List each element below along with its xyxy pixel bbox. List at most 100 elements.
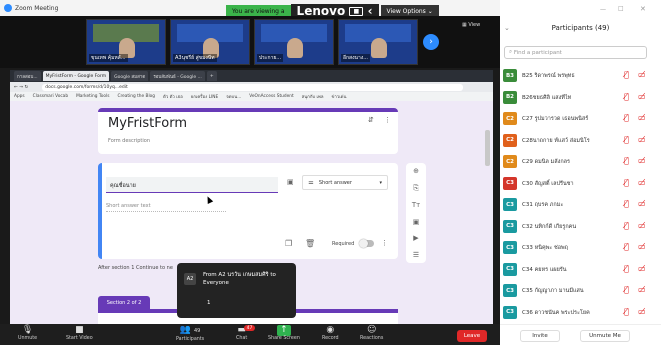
browser-tab[interactable]: รอบสัมพันธ์ - Google ... xyxy=(150,71,205,81)
participant-row[interactable]: C3 C31 ฤบรค ภกมะ 🎙̸ ▭̸ xyxy=(500,193,661,215)
participant-row[interactable]: C2 C29 ดมนิล มลังกลร 🎙̸ ▭̸ xyxy=(500,150,661,172)
share-screen-button[interactable]: ↑ Share Screen xyxy=(268,325,300,341)
video-off-icon[interactable]: ▭̸ xyxy=(638,92,646,101)
invite-button[interactable]: Invite xyxy=(520,330,560,342)
microphone-muted-icon[interactable]: 🎙̸ xyxy=(624,285,629,294)
microphone-muted-icon[interactable]: 🎙̸ xyxy=(624,70,629,79)
participant-row[interactable]: C3 C35 กัญญาภา มานมีแสน 🎙̸ ▭̸ xyxy=(500,279,661,301)
video-off-icon[interactable]: ▭̸ xyxy=(638,113,646,122)
add-image-icon[interactable]: ▣ xyxy=(413,218,420,226)
question-title-input[interactable]: คุณชื่อนาย xyxy=(106,177,278,193)
start-video-button[interactable]: ■ Start Video xyxy=(66,325,93,341)
bookmark-item[interactable]: Apps xyxy=(14,94,25,99)
after-section-text[interactable]: After section 1 Continue to ne xyxy=(98,265,173,271)
browser-scrollbar[interactable] xyxy=(485,130,490,166)
leave-meeting-button[interactable]: Leave xyxy=(457,330,487,342)
address-bar[interactable]: docs.google.com/forms/d/10yq...edit xyxy=(42,83,463,91)
bookmark-item[interactable]: ยกเครื่อง LINE xyxy=(191,93,218,100)
video-off-icon[interactable]: ▭̸ xyxy=(638,70,646,79)
import-questions-icon[interactable]: ⎘ xyxy=(413,184,419,193)
forward-arrow-icon[interactable]: → xyxy=(19,85,23,90)
video-off-icon[interactable]: ▭̸ xyxy=(638,221,646,230)
duplicate-icon[interactable]: ❐ xyxy=(285,239,292,248)
reload-icon[interactable]: ↻ xyxy=(24,85,28,90)
participant-row[interactable]: C2 C27 รูปมวารวด เธอนพนิสร์ 🎙̸ ▭̸ xyxy=(500,107,661,129)
microphone-muted-icon[interactable]: 🎙̸ xyxy=(624,307,629,316)
bookmark-item[interactable]: ข่าวเด่น xyxy=(331,93,346,100)
bookmark-item[interactable]: สนุกกับ เพล xyxy=(302,93,324,100)
video-tile[interactable]: ประกาย... xyxy=(254,19,334,65)
form-title[interactable]: MyFristForm xyxy=(108,116,187,131)
required-toggle[interactable] xyxy=(359,239,374,248)
bookmark-item[interactable]: ตัว ตัว เธอ xyxy=(163,93,183,100)
close-icon[interactable]: ✕ xyxy=(640,5,646,13)
participants-button[interactable]: 👥 49 Participants xyxy=(176,325,204,342)
video-off-icon[interactable]: ▭̸ xyxy=(638,285,646,294)
record-button[interactable]: ◉ Record xyxy=(322,325,339,341)
gallery-next-arrow-icon[interactable]: › xyxy=(423,34,439,50)
video-off-icon[interactable]: ▭̸ xyxy=(638,199,646,208)
participant-row[interactable]: C2 C28นาถกาย ท์แสว์ ส่อมนิโร 🎙̸ ▭̸ xyxy=(500,129,661,151)
maximize-icon[interactable]: □ xyxy=(618,5,624,12)
video-off-icon[interactable]: ▭̸ xyxy=(638,307,646,316)
unmute-me-button[interactable]: Unmute Me xyxy=(580,330,630,342)
question-more-icon[interactable]: ⋮ xyxy=(381,239,388,247)
more-vert-icon[interactable]: ⋮ xyxy=(384,116,391,124)
add-video-icon[interactable]: ▶ xyxy=(413,234,418,242)
participant-row[interactable]: C3 C32 นทิกก์ดี เกียรูกคน 🎙̸ ▭̸ xyxy=(500,215,661,237)
reactions-button[interactable]: ☺ Reactions xyxy=(360,325,383,341)
add-section-icon[interactable]: ☰ xyxy=(413,251,419,259)
microphone-muted-icon[interactable]: 🎙̸ xyxy=(624,199,629,208)
chat-sender-avatar: A2 xyxy=(184,273,196,285)
collapse-section-icon[interactable]: ⇵ xyxy=(368,116,374,124)
microphone-muted-icon[interactable]: 🎙̸ xyxy=(624,92,629,101)
participant-row[interactable]: B2 B26ชยธศิลิ แสงทีไท 🎙̸ ▭̸ xyxy=(500,86,661,108)
video-tile[interactable]: ขุนเทพ คุ้มหลั... xyxy=(86,19,166,65)
microphone-muted-icon[interactable]: 🎙̸ xyxy=(624,264,629,273)
bookmark-item[interactable]: Marketing Tools xyxy=(76,94,109,99)
new-tab-button[interactable]: + xyxy=(206,71,217,81)
chat-notification[interactable]: A2 From A2 นรวัน เกษมสมศิริ to Everyone … xyxy=(177,263,296,318)
browser-tab[interactable]: Google สมสาด xyxy=(111,71,149,81)
unmute-button[interactable]: 🎙 Unmute xyxy=(18,325,37,341)
microphone-muted-icon[interactable]: 🎙̸ xyxy=(624,242,629,251)
participant-row[interactable]: C3 C30 สัญสติ์ เลปรีนชา 🎙̸ ▭̸ xyxy=(500,172,661,194)
bookmark-item[interactable]: Classmari Vocab xyxy=(33,94,68,99)
participant-row[interactable]: C3 C36 ดาวชนันค พระประโยค 🎙̸ ▭̸ xyxy=(500,301,661,323)
participant-search-input[interactable]: ⌕ Find a participant xyxy=(504,46,647,59)
microphone-muted-icon[interactable]: 🎙̸ xyxy=(624,178,629,187)
back-arrow-icon[interactable]: ← xyxy=(14,85,18,90)
bookmark-item[interactable]: จดบน... xyxy=(226,93,241,100)
form-description[interactable]: Form description xyxy=(108,138,150,144)
minimize-icon[interactable]: — xyxy=(600,6,606,13)
microphone-muted-icon[interactable]: 🎙̸ xyxy=(624,113,629,122)
add-title-icon[interactable]: Tт xyxy=(412,201,420,209)
add-image-icon[interactable]: ▣ xyxy=(287,178,294,186)
participant-name: C36 ดาวชนันค พระประโยค xyxy=(522,309,590,316)
chat-sender: From A2 นรวัน เกษมสมศิริ to Everyone xyxy=(203,272,276,286)
participant-row[interactable]: B3 B25 ริดาพรณ์ พรพุทธ 🎙̸ ▭̸ xyxy=(500,64,661,86)
microphone-muted-icon[interactable]: 🎙̸ xyxy=(624,135,629,144)
participant-row[interactable]: C3 C34 คยหร แผยรัน 🎙̸ ▭̸ xyxy=(500,258,661,280)
gallery-view-button[interactable]: ▦ View xyxy=(462,22,480,28)
video-tile[interactable]: อีกสงนาง... xyxy=(338,19,418,65)
video-tile[interactable]: A3นุชรีย์ สู่ขมงนีท xyxy=(170,19,250,65)
video-off-icon[interactable]: ▭̸ xyxy=(638,156,646,165)
microphone-muted-icon[interactable]: 🎙̸ xyxy=(624,221,629,230)
record-icon: ◉ xyxy=(326,325,335,335)
delete-icon[interactable]: 🗑 xyxy=(305,239,315,248)
video-off-icon[interactable]: ▭̸ xyxy=(638,135,646,144)
participant-avatar: B3 xyxy=(503,69,517,82)
browser-tab[interactable]: กาลสอบ... xyxy=(14,71,41,81)
microphone-muted-icon[interactable]: 🎙̸ xyxy=(624,156,629,165)
video-off-icon[interactable]: ▭̸ xyxy=(638,178,646,187)
question-type-select[interactable]: = Short answer ▾ xyxy=(302,175,388,190)
video-off-icon[interactable]: ▭̸ xyxy=(638,242,646,251)
bookmark-item[interactable]: Creating the Blog xyxy=(117,94,155,99)
add-question-icon[interactable]: ⊕ xyxy=(413,167,419,175)
bookmark-item[interactable]: VeOnAccess Student xyxy=(249,94,293,99)
browser-tab-active[interactable]: MyFristForm - Google Form xyxy=(42,71,110,81)
participant-row[interactable]: C3 C33 หนิคุพะ ช่อพฤ 🎙̸ ▭̸ xyxy=(500,236,661,258)
video-off-icon[interactable]: ▭̸ xyxy=(638,264,646,273)
participant-avatar: C3 xyxy=(503,241,517,254)
